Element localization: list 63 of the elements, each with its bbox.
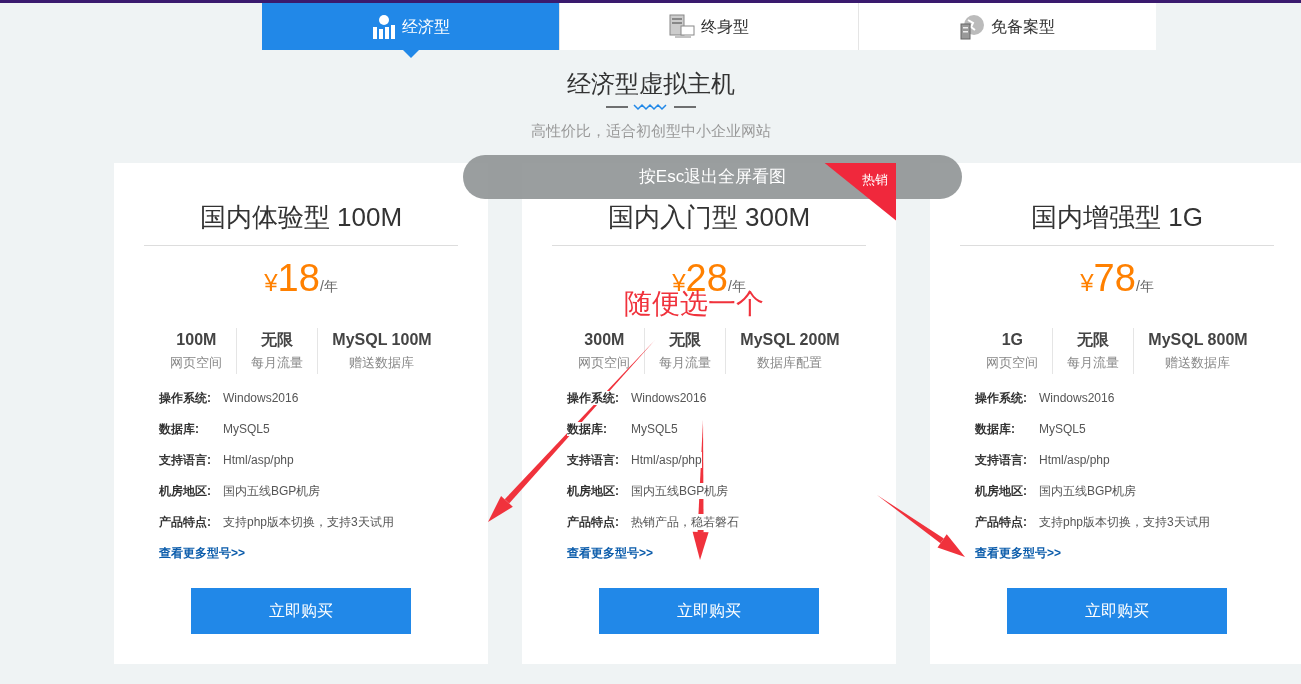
currency-symbol: ¥ xyxy=(1080,268,1094,298)
stat-label: 每月流量 xyxy=(1067,353,1120,372)
price: 18 xyxy=(277,255,320,300)
spec-label: 操作系统: xyxy=(159,390,211,405)
spec-value: 支持php版本切换，支持3天试用 xyxy=(1039,513,1210,530)
currency-symbol: ¥ xyxy=(264,268,278,298)
stat-value: 无限 xyxy=(261,329,294,350)
spec-label: 数据库: xyxy=(159,421,199,436)
stat-label: 网页空间 xyxy=(578,353,631,372)
spec-value: 热销产品，稳若磐石 xyxy=(631,513,739,530)
spec-label: 支持语言: xyxy=(159,452,211,467)
spec-label: 产品特点: xyxy=(567,514,619,529)
stat-label: 赠送数据库 xyxy=(349,353,415,372)
section-subtitle: 高性价比，适合初创型中小企业网站 xyxy=(530,121,771,141)
more-models-link[interactable]: 查看更多型号>> xyxy=(159,543,245,562)
spec-label: 支持语言: xyxy=(975,452,1027,467)
hot-badge-text: 热销 xyxy=(862,170,888,189)
spec-label: 数据库: xyxy=(567,421,607,436)
stat-label: 每月流量 xyxy=(659,353,712,372)
spec-label: 支持语言: xyxy=(567,452,619,467)
server-icon xyxy=(669,13,695,40)
spec-label: 操作系统: xyxy=(567,390,619,405)
stat-value: 无限 xyxy=(1077,329,1110,350)
stat-value: 1G xyxy=(1001,329,1023,350)
spec-value: 支持php版本切换，支持3天试用 xyxy=(223,513,394,530)
spec-value: 国内五线BGP机房 xyxy=(631,482,729,499)
chart-icon xyxy=(371,14,396,39)
stat-label: 赠送数据库 xyxy=(1165,353,1231,372)
buy-button[interactable]: 立即购买 xyxy=(1007,587,1227,634)
plan-name: 国内增强型 1G xyxy=(1031,200,1203,234)
spec-label: 产品特点: xyxy=(159,514,211,529)
section-title: 经济型虚拟主机 xyxy=(566,69,735,99)
price-unit: /年 xyxy=(1135,277,1154,296)
more-models-link[interactable]: 查看更多型号>> xyxy=(567,543,653,562)
stat-label: 每月流量 xyxy=(251,353,304,372)
spec-label: 机房地区: xyxy=(159,483,211,498)
stat-value: 300M xyxy=(584,329,625,350)
stat-value: MySQL 800M xyxy=(1148,329,1248,350)
plan-name: 国内体验型 100M xyxy=(199,200,403,234)
stat-value: MySQL 100M xyxy=(332,329,432,350)
spec-value: 国内五线BGP机房 xyxy=(223,482,321,499)
stat-value: 100M xyxy=(176,329,217,350)
stat-value: 无限 xyxy=(669,329,702,350)
buy-button[interactable]: 立即购买 xyxy=(599,587,819,634)
spec-value: Html/asp/php xyxy=(631,451,702,468)
stat-value: MySQL 200M xyxy=(740,329,840,350)
stat-label: 网页空间 xyxy=(170,353,223,372)
stat-label: 数据库配置 xyxy=(757,353,823,372)
spec-label: 机房地区: xyxy=(567,483,619,498)
price: 78 xyxy=(1093,255,1136,300)
globe-server-icon xyxy=(959,13,986,40)
tab[interactable]: 经济型 xyxy=(262,3,560,50)
plan-name: 国内入门型 300M xyxy=(607,200,811,234)
spec-value: 国内五线BGP机房 xyxy=(1039,482,1137,499)
buy-button[interactable]: 立即购买 xyxy=(191,587,411,634)
stat-label: 网页空间 xyxy=(986,353,1039,372)
more-models-link[interactable]: 查看更多型号>> xyxy=(975,543,1061,562)
tab-pointer xyxy=(403,50,419,58)
spec-label: 操作系统: xyxy=(975,390,1027,405)
spec-label: 机房地区: xyxy=(975,483,1027,498)
spec-label: 数据库: xyxy=(975,421,1015,436)
price-unit: /年 xyxy=(319,277,338,296)
spec-label: 产品特点: xyxy=(975,514,1027,529)
